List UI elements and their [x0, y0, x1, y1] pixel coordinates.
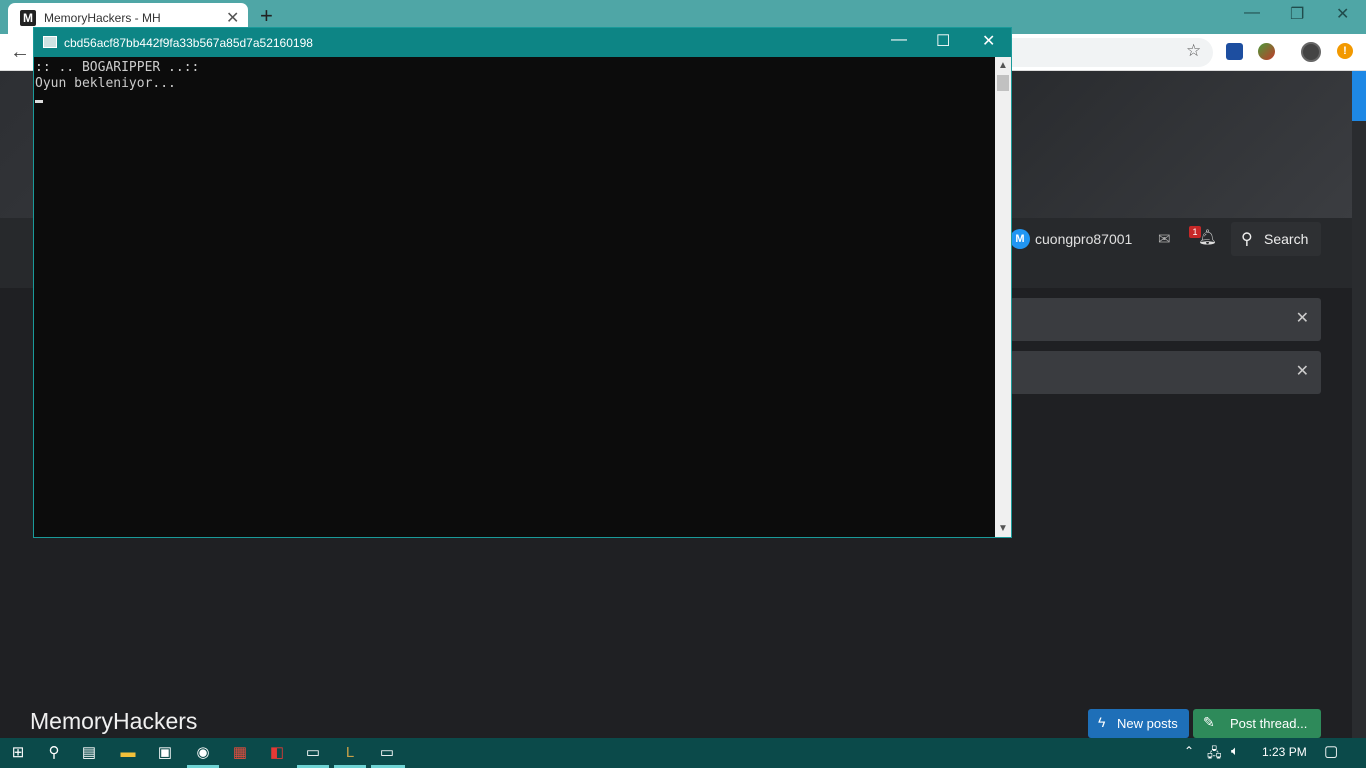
console-scrollbar-thumb[interactable]	[997, 75, 1009, 91]
memoryhackers-favicon-icon: M	[20, 10, 36, 26]
scroll-down-icon[interactable]: ▼	[998, 523, 1008, 534]
new-posts-button[interactable]: ϟ New posts	[1088, 709, 1189, 738]
console-app-icon[interactable]: ▭	[377, 743, 397, 763]
dismiss-notice-icon[interactable]: ✕	[1296, 361, 1309, 381]
post-thread-label: Post thread...	[1230, 716, 1308, 731]
profile-avatar[interactable]	[1301, 42, 1321, 62]
search-icon: ⚲	[1241, 231, 1253, 248]
console-app-icon[interactable]: ▭	[303, 743, 323, 763]
console-maximize-icon[interactable]: ☐	[936, 31, 950, 51]
store-icon[interactable]: ▣	[155, 743, 175, 763]
volume-icon[interactable]: 🔈︎	[1231, 743, 1239, 759]
restore-icon[interactable]: ❐	[1290, 4, 1304, 24]
app-icon[interactable]: ◧	[267, 743, 287, 763]
taskbar-clock[interactable]: 1:23 PM	[1262, 745, 1307, 759]
console-app-icon	[43, 36, 57, 48]
bookmark-star-icon[interactable]: ☆	[1186, 41, 1201, 61]
console-output[interactable]: :: .. BOGARIPPER ..:: Oyun bekleniyor...	[34, 57, 995, 537]
console-close-icon[interactable]: ✕	[982, 31, 995, 51]
new-tab-button[interactable]: +	[260, 4, 273, 28]
app-icon[interactable]: ▦	[230, 743, 250, 763]
console-title: cbd56acf87bb442f9fa33b567a85d7a52160198	[64, 36, 313, 50]
extension-icon[interactable]	[1226, 43, 1243, 60]
edit-icon: ✎	[1203, 714, 1215, 730]
dismiss-notice-icon[interactable]: ✕	[1296, 308, 1309, 328]
search-label: Search	[1264, 231, 1309, 247]
lightning-icon: ϟ	[1098, 714, 1106, 730]
notice-banner: ✕	[1010, 298, 1321, 341]
close-icon[interactable]: ✕	[1336, 4, 1349, 24]
bell-icon[interactable]: 🔔︎	[1198, 228, 1217, 246]
console-cursor	[35, 100, 43, 103]
user-avatar: M	[1010, 229, 1030, 249]
chrome-icon[interactable]: ◉	[193, 743, 213, 763]
tray-overflow-icon[interactable]: ⌃	[1184, 744, 1194, 758]
console-window[interactable]: cbd56acf87bb442f9fa33b567a85d7a52160198 …	[33, 27, 1012, 538]
new-posts-label: New posts	[1117, 716, 1178, 731]
file-explorer-icon[interactable]: ▬	[118, 743, 138, 763]
page-scrollbar[interactable]	[1352, 71, 1366, 738]
notice-banner: ✕	[1010, 351, 1321, 394]
mail-icon[interactable]: ✉	[1158, 230, 1171, 248]
task-view-icon[interactable]: ▤	[79, 743, 99, 763]
windows-taskbar: ⊞ ⚲ ▤ ▬ ▣ ◉ ▦ ◧ ▭ L ▭	[0, 738, 1366, 768]
console-titlebar[interactable]: cbd56acf87bb442f9fa33b567a85d7a52160198 …	[34, 28, 1011, 57]
tab-title: MemoryHackers - MH	[44, 11, 161, 25]
search-button[interactable]: ⚲ Search	[1231, 222, 1321, 256]
page-scrollbar-thumb[interactable]	[1352, 71, 1366, 121]
minimize-icon[interactable]: —	[1244, 4, 1260, 22]
league-of-legends-icon[interactable]: L	[340, 743, 360, 763]
console-minimize-icon[interactable]: —	[891, 31, 907, 49]
scroll-up-icon[interactable]: ▲	[998, 60, 1008, 71]
tab-close-icon[interactable]: ✕	[226, 8, 239, 28]
site-title: MemoryHackers	[30, 708, 198, 734]
console-line: Oyun bekleniyor...	[35, 76, 176, 91]
taskbar-search-icon[interactable]: ⚲	[44, 743, 64, 763]
username-label: cuongpro87001	[1035, 231, 1133, 247]
console-scrollbar[interactable]: ▲ ▼	[995, 57, 1011, 537]
windows-start-icon[interactable]: ⊞	[8, 743, 28, 763]
extension-icon[interactable]	[1258, 43, 1275, 60]
action-center-icon[interactable]: ▢	[1324, 742, 1338, 760]
post-thread-button[interactable]: ✎ Post thread...	[1193, 709, 1321, 738]
network-icon[interactable]: 🖧︎	[1207, 744, 1222, 766]
update-alert-icon[interactable]: !	[1337, 43, 1353, 59]
console-line: :: .. BOGARIPPER ..::	[35, 60, 200, 75]
back-arrow-icon[interactable]: ←	[10, 41, 30, 64]
